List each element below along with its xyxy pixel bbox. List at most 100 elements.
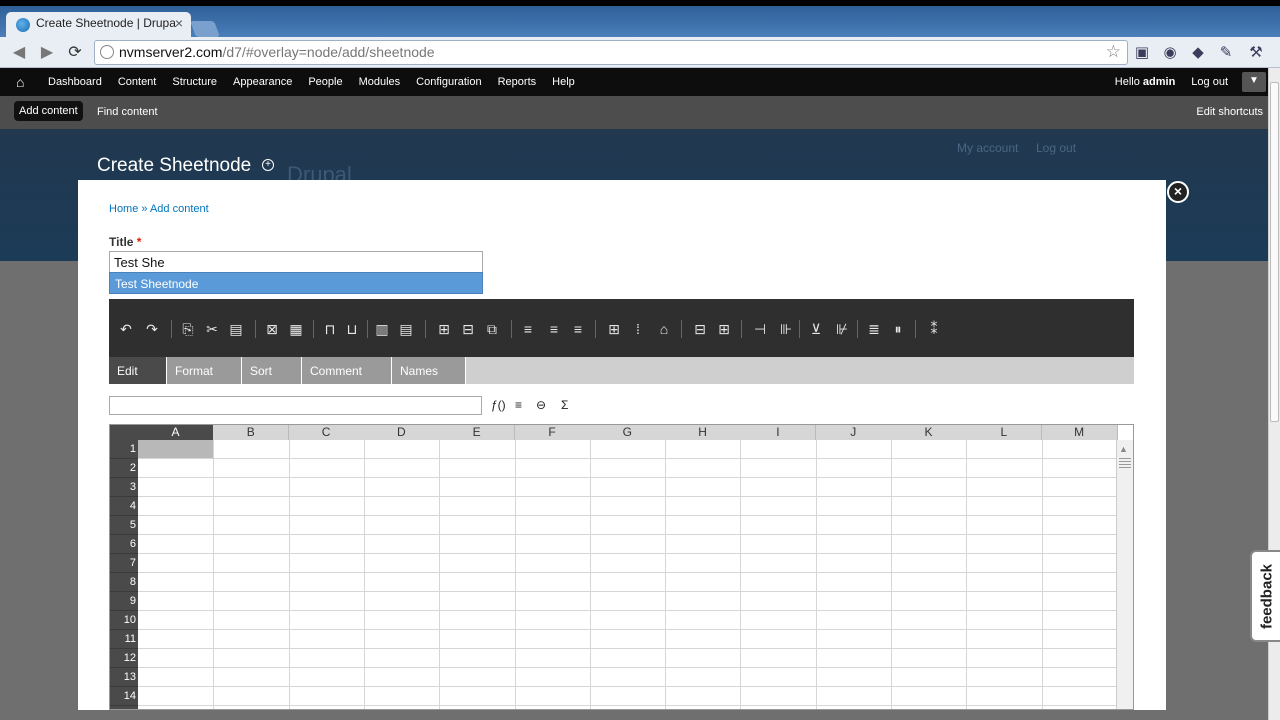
list-icon[interactable]: ≡: [515, 398, 522, 412]
insert-column-icon[interactable]: ⊣: [751, 321, 769, 337]
menu-dashboard[interactable]: Dashboard: [40, 68, 110, 96]
menu-people[interactable]: People: [300, 68, 350, 96]
row-header-1[interactable]: 1: [110, 440, 138, 459]
row-header-15[interactable]: 15: [110, 706, 138, 709]
unhide-row-icon[interactable]: ≣: [865, 321, 883, 337]
sum-icon[interactable]: Σ: [561, 398, 568, 412]
close-overlay-button[interactable]: ×: [1167, 181, 1189, 203]
row-header-10[interactable]: 10: [110, 611, 138, 630]
fill-icon[interactable]: ▦: [287, 321, 305, 337]
column-header-j[interactable]: J: [815, 425, 892, 440]
edit-shortcuts-link[interactable]: Edit shortcuts: [1196, 106, 1263, 118]
column-header-g[interactable]: G: [589, 425, 666, 440]
camera-icon[interactable]: ◉: [1160, 43, 1180, 63]
grid-corner[interactable]: [110, 425, 138, 440]
row-header-14[interactable]: 14: [110, 687, 138, 706]
recalc-icon[interactable]: ⁑: [925, 321, 943, 337]
tab-format[interactable]: Format: [167, 357, 242, 384]
scroll-grip-icon[interactable]: [1119, 458, 1131, 470]
column-header-h[interactable]: H: [665, 425, 742, 440]
redo-icon[interactable]: ↷: [143, 321, 161, 337]
erase-icon[interactable]: ⊠: [263, 321, 281, 337]
insert-row-below-icon[interactable]: ⊞: [715, 321, 733, 337]
home-icon[interactable]: ⌂: [16, 74, 32, 90]
split-icon[interactable]: ⧉: [483, 321, 501, 337]
selected-cell[interactable]: [138, 440, 214, 458]
column-header-m[interactable]: M: [1041, 425, 1118, 440]
feedback-tab[interactable]: feedback: [1250, 550, 1280, 642]
menu-appearance[interactable]: Appearance: [225, 68, 300, 96]
extension-icon[interactable]: ▣: [1132, 43, 1152, 63]
username[interactable]: admin: [1143, 76, 1175, 88]
grid-scrollbar[interactable]: ▲: [1116, 440, 1133, 709]
column-header-e[interactable]: E: [439, 425, 516, 440]
column-header-a[interactable]: A: [138, 425, 214, 440]
borders-icon[interactable]: ⊞: [605, 321, 623, 337]
row-header-11[interactable]: 11: [110, 630, 138, 649]
link-icon[interactable]: ⊖: [536, 398, 546, 412]
copy-icon[interactable]: ⎘: [179, 321, 197, 337]
row-header-3[interactable]: 3: [110, 478, 138, 497]
align-right-icon[interactable]: ≡: [569, 321, 587, 337]
column-header-i[interactable]: I: [740, 425, 817, 440]
unhide-column-icon[interactable]: ⏸: [889, 321, 907, 337]
reload-icon[interactable]: ⟳: [64, 42, 86, 64]
align-left-icon[interactable]: ≡: [519, 321, 537, 337]
function-icon[interactable]: ƒ(): [491, 398, 506, 412]
merge-icon[interactable]: ⊞: [435, 321, 453, 337]
menu-configuration[interactable]: Configuration: [408, 68, 489, 96]
bookmark-star-icon[interactable]: ☆: [1106, 42, 1121, 62]
menu-content[interactable]: Content: [110, 68, 165, 96]
spreadsheet-grid[interactable]: ABCDEFGHIJKLM 123456789101112131415 ▲: [109, 424, 1134, 710]
column-header-l[interactable]: L: [966, 425, 1043, 440]
row-header-12[interactable]: 12: [110, 649, 138, 668]
insert-row-icon[interactable]: ▤: [397, 321, 415, 337]
extension-icon[interactable]: ◆: [1188, 43, 1208, 63]
cut-icon[interactable]: ✂: [203, 321, 221, 337]
row-header-13[interactable]: 13: [110, 668, 138, 687]
title-input[interactable]: [109, 251, 483, 273]
menu-modules[interactable]: Modules: [351, 68, 409, 96]
row-header-6[interactable]: 6: [110, 535, 138, 554]
format-icon[interactable]: ⌂: [655, 321, 673, 337]
delete-column-icon[interactable]: ⊪: [777, 321, 795, 337]
back-icon[interactable]: ◀: [8, 42, 30, 64]
tab-edit[interactable]: Edit: [109, 357, 167, 384]
column-header-b[interactable]: B: [213, 425, 290, 440]
hide-row-icon[interactable]: ⊻: [807, 321, 825, 337]
menu-help[interactable]: Help: [544, 68, 583, 96]
menu-structure[interactable]: Structure: [164, 68, 225, 96]
undo-icon[interactable]: ↶: [117, 321, 135, 337]
column-header-k[interactable]: K: [891, 425, 967, 440]
add-shortcut-icon[interactable]: +: [262, 159, 274, 171]
align-center-icon[interactable]: ≡: [545, 321, 563, 337]
insert-row-above-icon[interactable]: ⊟: [691, 321, 709, 337]
tab-close-icon[interactable]: ×: [175, 15, 183, 31]
hide-column-icon[interactable]: ⊮: [833, 321, 851, 337]
logout-link[interactable]: Log out: [1191, 76, 1228, 88]
eyedropper-icon[interactable]: ✎: [1216, 43, 1236, 63]
formula-input[interactable]: [109, 396, 482, 415]
column-header-d[interactable]: D: [363, 425, 440, 440]
shortcut-find-content[interactable]: Find content: [97, 106, 158, 118]
unlock-icon[interactable]: ⊔: [343, 321, 361, 337]
browser-tab[interactable]: Create Sheetnode | Drupa ×: [6, 12, 191, 38]
menu-reports[interactable]: Reports: [490, 68, 545, 96]
shortcut-add-content[interactable]: Add content: [14, 101, 83, 121]
tab-names[interactable]: Names: [392, 357, 466, 384]
scrollbar-thumb[interactable]: [1270, 82, 1279, 422]
address-bar[interactable]: nvmserver2.com/d7/#overlay=node/add/shee…: [94, 40, 1128, 65]
new-tab-button[interactable]: [190, 21, 220, 37]
breadcrumb[interactable]: Home » Add content: [109, 203, 209, 215]
insert-col-icon[interactable]: ▥: [373, 321, 391, 337]
row-header-5[interactable]: 5: [110, 516, 138, 535]
paste-icon[interactable]: ▤: [227, 321, 245, 337]
unmerge-icon[interactable]: ⊟: [459, 321, 477, 337]
scroll-up-icon[interactable]: ▲: [1119, 444, 1128, 454]
no-borders-icon[interactable]: ⁞: [629, 321, 647, 337]
column-header-f[interactable]: F: [514, 425, 591, 440]
column-header-c[interactable]: C: [288, 425, 365, 440]
forward-icon[interactable]: ▶: [36, 42, 58, 64]
tab-sort[interactable]: Sort: [242, 357, 302, 384]
row-header-9[interactable]: 9: [110, 592, 138, 611]
